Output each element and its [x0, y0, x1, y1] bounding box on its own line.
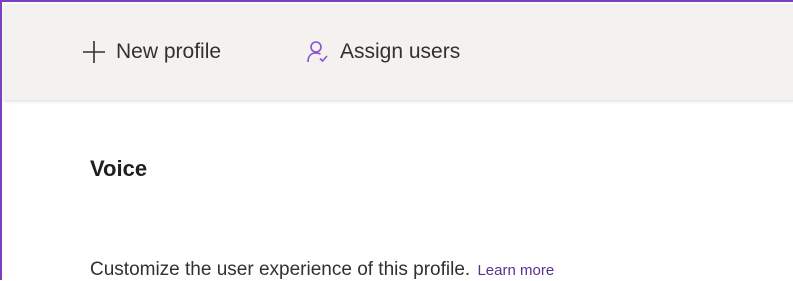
new-profile-label: New profile	[116, 40, 222, 63]
section-title: Voice	[90, 156, 148, 181]
app-frame: New profile Assign users Voice Customize…	[0, 0, 793, 280]
new-profile-button[interactable]: New profile	[82, 32, 221, 72]
section-description: Customize the user experience of this pr…	[90, 259, 554, 281]
assign-users-label: Assign users	[340, 40, 461, 63]
person-icon	[306, 40, 330, 64]
plus-icon	[82, 40, 106, 64]
description-text: Customize the user experience of this pr…	[90, 259, 471, 280]
learn-more-link[interactable]: Learn more	[477, 262, 554, 279]
command-bar: New profile Assign users	[4, 4, 793, 100]
assign-users-button[interactable]: Assign users	[306, 32, 460, 72]
